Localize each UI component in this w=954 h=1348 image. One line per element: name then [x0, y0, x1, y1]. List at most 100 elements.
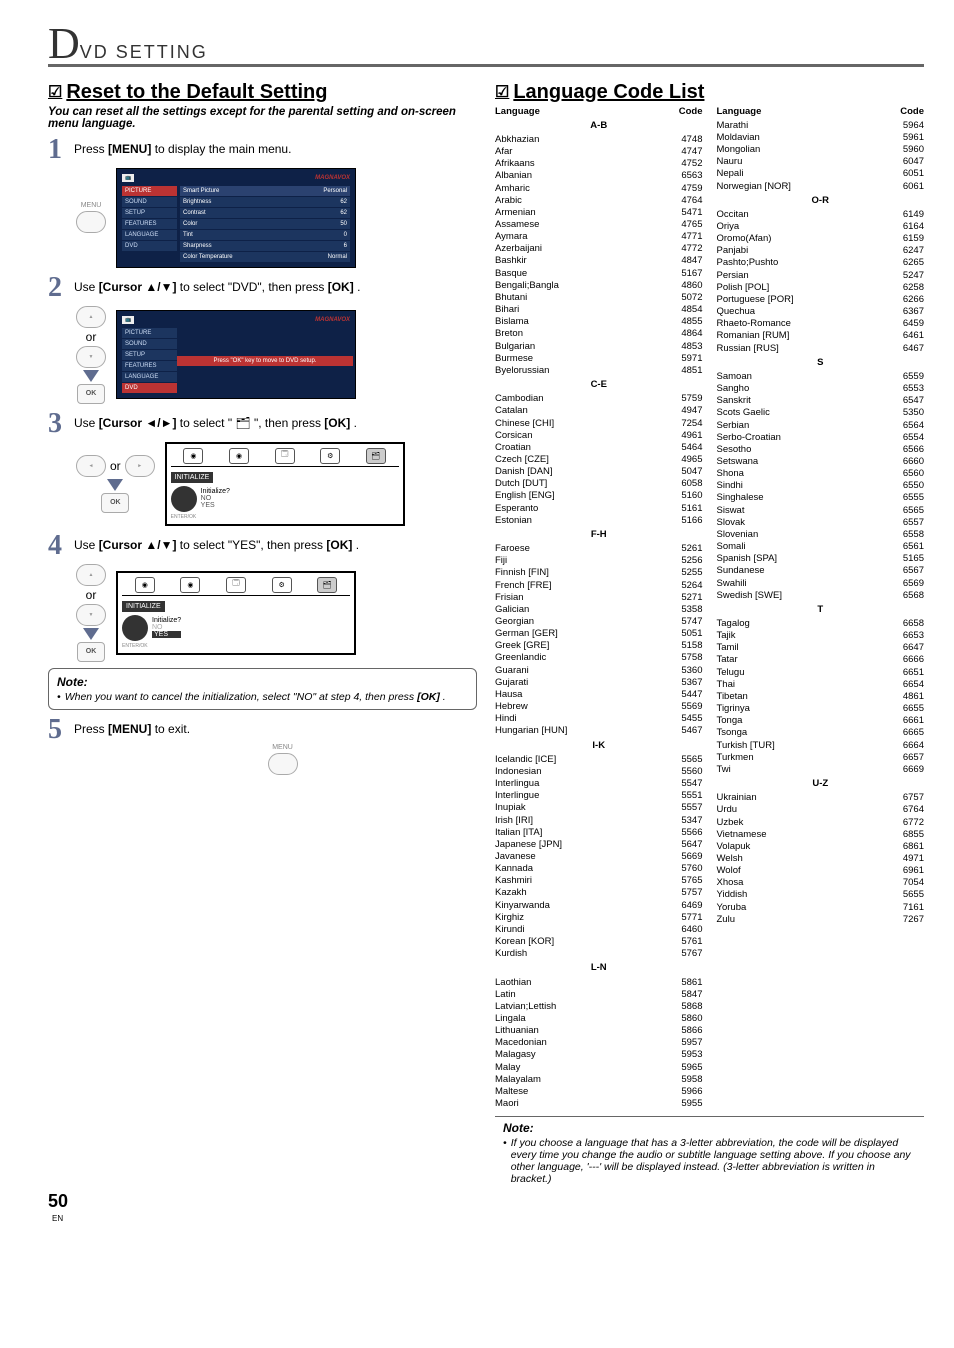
lang-row: Bihari4854 [495, 304, 703, 316]
lang-row: Korean [KOR]5761 [495, 936, 703, 948]
tv-menu-row: Color50 [180, 219, 350, 229]
lang-row: Interlingua5547 [495, 778, 703, 790]
cursor-leftright-diagram: ◄ or ► OK [76, 455, 155, 513]
lang-row: Gujarati5367 [495, 677, 703, 689]
lang-group-header: S [717, 357, 925, 369]
tv-sidebar-item: DVD [122, 241, 177, 251]
arrow-down-icon [107, 479, 123, 491]
step-5-diagram: MENU [88, 744, 477, 775]
lang-row: Volapuk6861 [717, 841, 925, 853]
lang-row: Galician5358 [495, 604, 703, 616]
tv-sidebar-item: PICTURE [122, 186, 177, 196]
lang-row: Abkhazian4748 [495, 134, 703, 146]
brand-label: MAGNAVOX [315, 175, 350, 181]
lang-row: Tatar6666 [717, 654, 925, 666]
lang-row: Greenlandic5758 [495, 652, 703, 664]
cursor-down-icon: ▼ [76, 346, 106, 368]
osd-icon-1: ◉ [135, 577, 155, 593]
lang-row: Czech [CZE]4965 [495, 454, 703, 466]
page-footer: 50 EN [48, 1191, 924, 1224]
lang-row: Kazakh5757 [495, 887, 703, 899]
osd-icon-3: 🗔 [226, 577, 246, 593]
tv-sidebar-item: LANGUAGE [122, 372, 177, 382]
tv-menu-row: Color TemperatureNormal [180, 252, 350, 262]
osd-icon-4: ⚙ [320, 448, 340, 464]
lang-row: Assamese4765 [495, 219, 703, 231]
lang-row: Swahili6569 [717, 578, 925, 590]
lang-group-header: L-N [495, 962, 703, 974]
lang-row: Hungarian [HUN]5467 [495, 725, 703, 737]
tv-sidebar-item: FEATURES [122, 219, 177, 229]
lang-row: Latvian;Lettish5868 [495, 1001, 703, 1013]
cursor-updown-diagram: ▲ or ▼ OK [76, 306, 106, 404]
osd-menu-4: ◉ ◉ 🗔 ⚙ 🗂 INITIALIZE Initialize? NO YES … [116, 571, 356, 655]
lang-row: Panjabi6247 [717, 245, 925, 257]
lang-row: Chinese [CHI]7254 [495, 418, 703, 430]
lang-row: Russian [RUS]6467 [717, 343, 925, 355]
lang-row: Malayalam5958 [495, 1074, 703, 1086]
lang-row: Persian5247 [717, 270, 925, 282]
lang-row: Rhaeto-Romance6459 [717, 318, 925, 330]
lang-group-header: O-R [717, 195, 925, 207]
note-box-right: Note: • If you choose a language that ha… [495, 1116, 924, 1191]
tv-menu-row: Contrast62 [180, 208, 350, 218]
lang-row: Polish [POL]6258 [717, 282, 925, 294]
lang-row: Bengali;Bangla4860 [495, 280, 703, 292]
lang-row: Ukrainian6757 [717, 792, 925, 804]
lang-row: Croatian5464 [495, 442, 703, 454]
step-1-num: 1 [48, 136, 66, 164]
lang-row: Hindi5455 [495, 713, 703, 725]
lang-row: Uzbek6772 [717, 817, 925, 829]
lang-row: Turkmen6657 [717, 752, 925, 764]
tv-logo-icon: 📺 [122, 174, 134, 182]
tv1-sidebar: PICTURESOUNDSETUPFEATURESLANGUAGEDVD [122, 186, 177, 262]
lang-row: Bislama4855 [495, 316, 703, 328]
dpad-icon [171, 486, 197, 512]
ok-button-icon: OK [77, 384, 105, 404]
lang-row: Basque5167 [495, 268, 703, 280]
lang-row: Estonian5166 [495, 515, 703, 527]
lang-row: Occitan6149 [717, 209, 925, 221]
lang-row: Tonga6661 [717, 715, 925, 727]
lang-row: Maltese5966 [495, 1086, 703, 1098]
menu-button-icon [268, 753, 298, 775]
lang-row: Greek [GRE]5158 [495, 640, 703, 652]
cursor-updown-diagram: ▲ or ▼ OK [76, 564, 106, 662]
page-header: D VD SETTING [48, 24, 924, 67]
lang-group-header: F-H [495, 529, 703, 541]
lang-row: Interlingue5551 [495, 790, 703, 802]
reset-intro: You can reset all the settings except fo… [48, 106, 477, 130]
lang-row: Kirundi6460 [495, 924, 703, 936]
step-1: 1 Press [MENU] to display the main menu. [48, 136, 477, 164]
lang-row: Romanian [RUM]6461 [717, 330, 925, 342]
cursor-up-icon: ▲ [76, 564, 106, 586]
lang-row: Urdu6764 [717, 804, 925, 816]
osd-icon-initialize: 🗂 [366, 448, 386, 464]
reset-title-text: Reset to the Default Setting [66, 81, 327, 104]
lang-row: Azerbaijani4772 [495, 243, 703, 255]
lang-row: Hebrew5569 [495, 701, 703, 713]
lang-row: Bulgarian4853 [495, 341, 703, 353]
ok-button-icon: OK [101, 493, 129, 513]
lang-row: Somali6561 [717, 541, 925, 553]
lang-row: Thai6654 [717, 679, 925, 691]
lang-row: Corsican4961 [495, 430, 703, 442]
step-3: 3 Use [Cursor ◄/►] to select " 🗂 ", then… [48, 410, 477, 438]
header-text: VD SETTING [80, 42, 208, 63]
lang-row: Breton4864 [495, 328, 703, 340]
lang-row: Maori5955 [495, 1098, 703, 1110]
step-2-diagram: ▲ or ▼ OK 📺 MAGNAVOX PICTURESOUNDSETUPFE… [76, 306, 477, 404]
lang-row: Swedish [SWE]6568 [717, 590, 925, 602]
lang-row: Arabic4764 [495, 195, 703, 207]
lang-row: Moldavian5961 [717, 132, 925, 144]
lang-row: Yiddish5655 [717, 889, 925, 901]
lang-row: Javanese5669 [495, 851, 703, 863]
tv2-sidebar: PICTURESOUNDSETUPFEATURESLANGUAGEDVD [122, 328, 177, 393]
lang-row: Japanese [JPN]5647 [495, 839, 703, 851]
lang-row: Nauru6047 [717, 156, 925, 168]
right-column: ☑ Language Code List Language Code A-BAb… [495, 75, 924, 1192]
step-1-text: Press [MENU] to display the main menu. [74, 136, 477, 156]
lang-row: Spanish [SPA]5165 [717, 553, 925, 565]
tv-menu-row: Sharpness6 [180, 241, 350, 251]
lang-row: Lingala5860 [495, 1013, 703, 1025]
